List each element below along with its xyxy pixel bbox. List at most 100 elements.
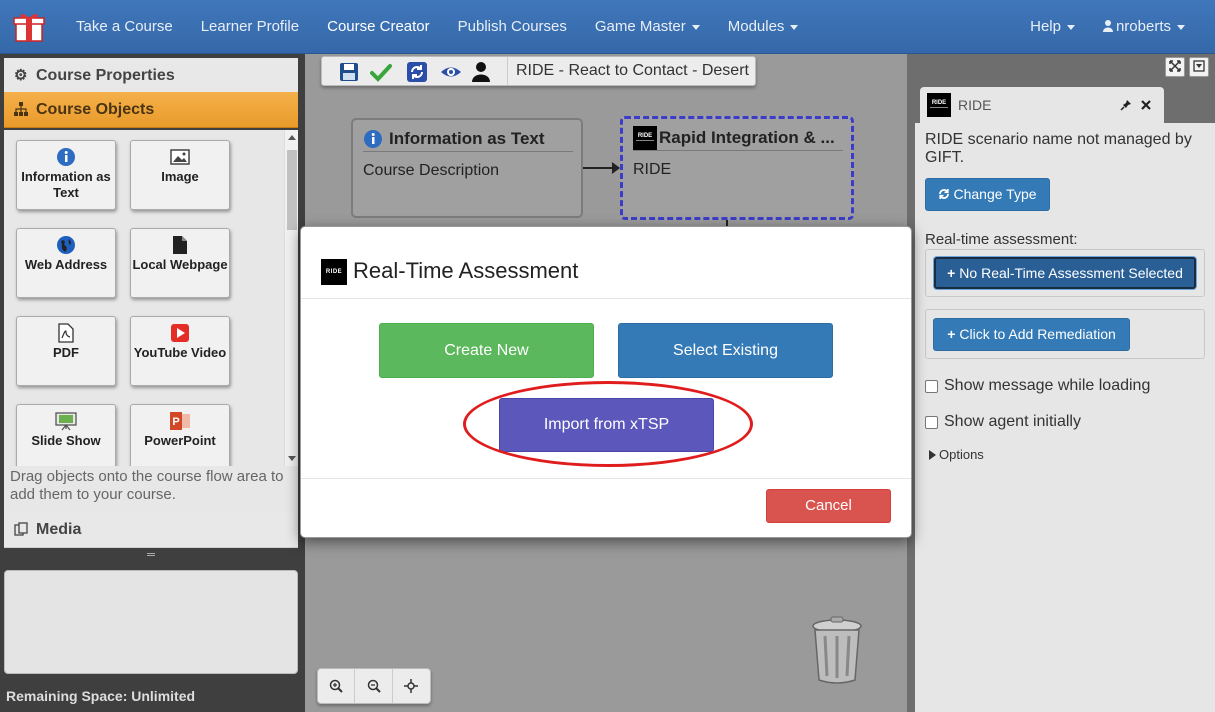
- arrow-right-icon: [612, 162, 620, 174]
- image-icon: [170, 149, 190, 165]
- remaining-space-text: Remaining Space: Unlimited: [6, 688, 196, 704]
- object-pdf[interactable]: PDF: [16, 316, 116, 386]
- nav-help[interactable]: Help: [1016, 0, 1089, 54]
- create-new-button[interactable]: Create New: [379, 323, 594, 378]
- gear-icon: ⚙: [14, 67, 28, 84]
- top-navbar: Take a Course Learner Profile Course Cre…: [0, 0, 1215, 54]
- nav-course-creator[interactable]: Course Creator: [313, 0, 444, 54]
- cancel-button[interactable]: Cancel: [766, 489, 891, 523]
- show-agent-option[interactable]: Show agent initially: [925, 413, 1081, 431]
- show-message-option[interactable]: Show message while loading: [925, 377, 1150, 395]
- show-message-checkbox[interactable]: [925, 379, 938, 393]
- options-label: Options: [939, 447, 984, 462]
- file-icon: [173, 236, 187, 254]
- node-title-text: Rapid Integration & ...: [659, 128, 835, 147]
- import-from-xtsp-button[interactable]: Import from xTSP: [499, 398, 714, 452]
- refresh-icon[interactable]: [406, 61, 428, 83]
- flow-node-ride[interactable]: RIDE Rapid Integration & ... RIDE: [620, 116, 854, 220]
- object-powerpoint[interactable]: P PowerPoint: [130, 404, 230, 466]
- chevron-down-icon: [1066, 24, 1075, 30]
- flow-node-information-as-text[interactable]: Information as Text Course Description: [351, 118, 583, 218]
- close-icon[interactable]: [1141, 100, 1151, 110]
- save-icon[interactable]: [338, 61, 360, 83]
- scrollbar-thumb[interactable]: [287, 150, 297, 230]
- learner-user-icon[interactable]: [470, 61, 492, 83]
- select-existing-button[interactable]: Select Existing: [618, 323, 833, 378]
- panel-splitter-handle[interactable]: ═: [4, 550, 298, 564]
- change-type-button[interactable]: Change Type: [925, 178, 1050, 211]
- object-web-address[interactable]: Web Address: [16, 228, 116, 298]
- object-label: Web Address: [24, 257, 108, 272]
- object-label: Local Webpage: [132, 257, 228, 272]
- svg-text:RIDE: RIDE: [638, 133, 652, 139]
- pdf-icon: [58, 323, 74, 343]
- center-crosshair-icon[interactable]: [393, 669, 430, 703]
- collapse-down-icon[interactable]: [1189, 57, 1209, 77]
- show-agent-checkbox[interactable]: [925, 415, 938, 429]
- ride-logo-icon: RIDE: [633, 126, 657, 150]
- drag-hint-text: Drag objects onto the course flow area t…: [4, 466, 298, 512]
- object-youtube-video[interactable]: YouTube Video: [130, 316, 230, 386]
- object-local-webpage[interactable]: Local Webpage: [130, 228, 230, 298]
- node-body-text: Course Description: [363, 162, 500, 179]
- chevron-down-icon: [1177, 24, 1185, 30]
- nav-modules[interactable]: Modules: [714, 0, 813, 54]
- maximize-icon[interactable]: [1165, 57, 1185, 77]
- options-toggle[interactable]: Options: [929, 447, 984, 462]
- notes-area: [4, 570, 298, 674]
- slideshow-icon: [55, 412, 77, 431]
- zoom-controls: [317, 668, 431, 704]
- checkmark-icon[interactable]: [370, 61, 392, 83]
- zoom-out-icon[interactable]: [355, 669, 393, 703]
- info-icon: [364, 130, 382, 148]
- object-label: Information as Text: [21, 169, 111, 200]
- object-information-as-text[interactable]: Information as Text: [16, 140, 116, 210]
- nav-game-master[interactable]: Game Master: [581, 0, 714, 54]
- palette-scrollbar[interactable]: [284, 130, 298, 466]
- rta-label: Real-time assessment:: [925, 231, 1078, 248]
- no-rta-selected-button[interactable]: + No Real-Time Assessment Selected: [934, 257, 1196, 289]
- trash-icon[interactable]: [809, 616, 865, 686]
- right-properties-panel: RIDE RIDE RIDE scenario name not managed…: [907, 54, 1215, 712]
- chevron-down-icon: [790, 24, 799, 30]
- chevron-down-icon: [691, 24, 700, 30]
- refresh-icon: [939, 189, 950, 199]
- zoom-in-icon[interactable]: [318, 669, 356, 703]
- nav-learner-profile[interactable]: Learner Profile: [187, 0, 313, 54]
- ride-logo-icon: RIDE: [927, 93, 951, 117]
- tab-title: RIDE: [958, 97, 992, 113]
- ride-properties-body: RIDE scenario name not managed by GIFT. …: [915, 123, 1215, 712]
- object-slide-show[interactable]: Slide Show: [16, 404, 116, 466]
- media-label: Media: [36, 521, 82, 538]
- dialog-footer: Cancel: [301, 478, 911, 538]
- scroll-up-icon[interactable]: [288, 135, 296, 140]
- course-objects-header[interactable]: Course Objects: [4, 92, 298, 128]
- object-label: PDF: [53, 345, 79, 360]
- preview-eye-icon[interactable]: [440, 61, 462, 83]
- user-icon: [1102, 20, 1113, 32]
- media-header[interactable]: Media: [4, 512, 298, 548]
- powerpoint-icon: P: [170, 412, 190, 430]
- caret-right-icon: [929, 450, 936, 460]
- tab-ride[interactable]: RIDE RIDE: [920, 87, 1164, 123]
- remediation-box: + Click to Add Remediation: [925, 309, 1205, 359]
- scroll-down-icon[interactable]: [288, 456, 296, 461]
- nav-modules-label: Modules: [727, 18, 785, 35]
- pin-icon[interactable]: [1120, 99, 1132, 111]
- gift-logo-icon[interactable]: [12, 9, 46, 43]
- ride-logo-icon: RIDE: [321, 259, 347, 285]
- object-image[interactable]: Image: [130, 140, 230, 210]
- show-message-label: Show message while loading: [944, 377, 1151, 394]
- object-label: YouTube Video: [133, 345, 227, 360]
- nav-take-course[interactable]: Take a Course: [62, 0, 187, 54]
- course-properties-header[interactable]: ⚙ Course Properties: [4, 58, 298, 94]
- course-toolbar: RIDE - React to Contact - Desert: [321, 56, 756, 86]
- show-agent-label: Show agent initially: [944, 413, 1081, 430]
- add-remediation-button[interactable]: + Click to Add Remediation: [933, 318, 1130, 351]
- sitemap-icon: [14, 92, 28, 128]
- rta-box: + No Real-Time Assessment Selected: [925, 249, 1205, 297]
- object-label: Image: [161, 169, 199, 184]
- nav-user-menu[interactable]: nroberts: [1089, 0, 1199, 54]
- node-title: Information as Text: [363, 126, 573, 152]
- nav-publish-courses[interactable]: Publish Courses: [444, 0, 581, 54]
